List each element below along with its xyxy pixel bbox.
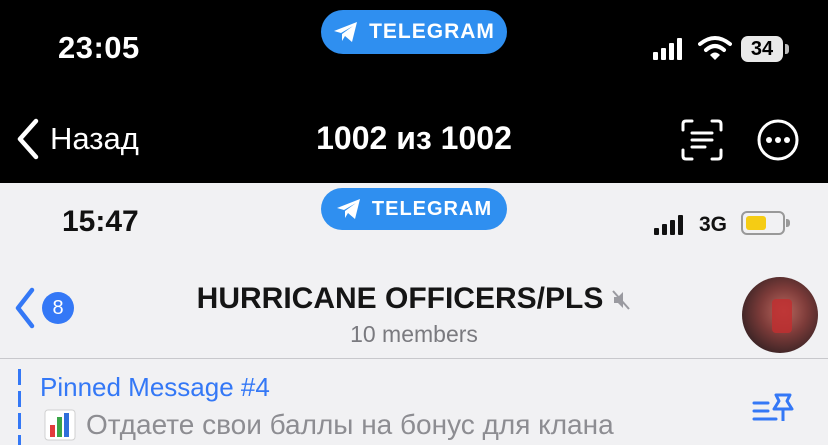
pinned-title: Pinned Message #4 — [40, 372, 270, 402]
bar-chart-emoji-icon — [44, 409, 76, 441]
telegram-pill-inner: TELEGRAM — [321, 188, 507, 230]
battery-icon — [741, 211, 790, 235]
inner-status-time: 15:47 — [62, 205, 139, 238]
chat-title: HURRICANE OFFICERS/PLS — [0, 282, 828, 316]
signal-icon — [654, 215, 683, 235]
pin-indicator — [18, 369, 21, 445]
more-icon[interactable] — [756, 118, 800, 162]
scan-text-icon[interactable] — [680, 118, 724, 162]
inner-screenshot: 15:47 TELEGRAM 3G 8 HURRICANE OFFICERS/P… — [0, 183, 828, 445]
network-type: 3G — [699, 213, 728, 236]
telegram-pill-outer[interactable]: TELEGRAM — [321, 10, 507, 54]
signal-icon — [653, 38, 682, 60]
mute-icon — [612, 290, 631, 310]
telegram-plane-icon — [336, 199, 360, 219]
member-count: 10 members — [350, 321, 478, 347]
telegram-plane-icon — [334, 22, 358, 42]
battery-icon: 34 — [741, 36, 789, 62]
telegram-pill-label: TELEGRAM — [369, 20, 495, 43]
status-time: 23:05 — [58, 30, 140, 65]
pinned-preview: Отдаете свои баллы на бонус для клана — [44, 409, 614, 441]
chat-title-text: HURRICANE OFFICERS/PLS — [196, 282, 604, 315]
pin-list-icon — [752, 393, 794, 421]
header-divider — [0, 358, 828, 359]
avatar — [742, 277, 818, 353]
battery-level: 34 — [750, 37, 774, 60]
pinned-text: Отдаете свои баллы на бонус для клана — [86, 409, 614, 440]
telegram-pill-label: TELEGRAM — [371, 197, 493, 220]
wifi-icon — [698, 36, 732, 60]
